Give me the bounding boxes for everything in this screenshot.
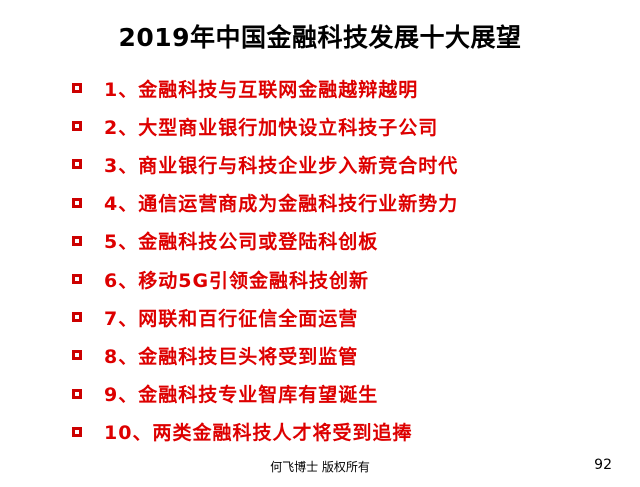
bullet-text: 2、大型商业银行加快设立科技子公司 bbox=[104, 116, 439, 139]
hollow-square-icon bbox=[72, 426, 82, 437]
list-item: 7、网联和百行征信全面运营 bbox=[72, 298, 458, 336]
list-item: 8、金融科技巨头将受到监管 bbox=[72, 336, 458, 374]
list-item: 3、商业银行与科技企业步入新竞合时代 bbox=[72, 145, 458, 183]
hollow-square-icon bbox=[72, 350, 82, 361]
bullet-text: 9、金融科技专业智库有望诞生 bbox=[104, 384, 379, 407]
hollow-square-icon bbox=[72, 235, 82, 246]
page-number: 92 bbox=[594, 457, 612, 473]
list-item: 2、大型商业银行加快设立科技子公司 bbox=[72, 107, 458, 145]
list-item: 6、移动5G引领金融科技创新 bbox=[72, 260, 458, 298]
hollow-square-icon bbox=[72, 312, 82, 323]
hollow-square-icon bbox=[72, 159, 82, 170]
bullet-text: 4、通信运营商成为金融科技行业新势力 bbox=[104, 193, 459, 216]
bullet-text: 7、网联和百行征信全面运营 bbox=[104, 307, 359, 330]
list-item: 5、金融科技公司或登陆科创板 bbox=[72, 222, 458, 260]
list-item: 4、通信运营商成为金融科技行业新势力 bbox=[72, 184, 458, 222]
list-item: 1、金融科技与互联网金融越辩越明 bbox=[72, 69, 458, 107]
slide-title: 2019年中国金融科技发展十大展望 bbox=[118, 23, 522, 52]
list-item: 9、金融科技专业智库有望诞生 bbox=[72, 375, 458, 413]
hollow-square-icon bbox=[72, 274, 82, 285]
bullet-text: 8、金融科技巨头将受到监管 bbox=[104, 345, 359, 368]
bullet-text: 1、金融科技与互联网金融越辩越明 bbox=[104, 78, 419, 101]
hollow-square-icon bbox=[72, 83, 82, 94]
list-item: 10、两类金融科技人才将受到追捧 bbox=[72, 413, 458, 451]
bullet-text: 6、移动5G引领金融科技创新 bbox=[104, 269, 370, 292]
bullet-text: 3、商业银行与科技企业步入新竞合时代 bbox=[104, 154, 459, 177]
hollow-square-icon bbox=[72, 388, 82, 399]
footer-copyright: 何飞博士 版权所有 bbox=[270, 460, 370, 474]
bullet-text: 5、金融科技公司或登陆科创板 bbox=[104, 231, 379, 254]
hollow-square-icon bbox=[72, 121, 82, 132]
bullet-list: 1、金融科技与互联网金融越辩越明 2、大型商业银行加快设立科技子公司 3、商业银… bbox=[72, 69, 458, 451]
bullet-text: 10、两类金融科技人才将受到追捧 bbox=[104, 422, 413, 445]
hollow-square-icon bbox=[72, 197, 82, 208]
